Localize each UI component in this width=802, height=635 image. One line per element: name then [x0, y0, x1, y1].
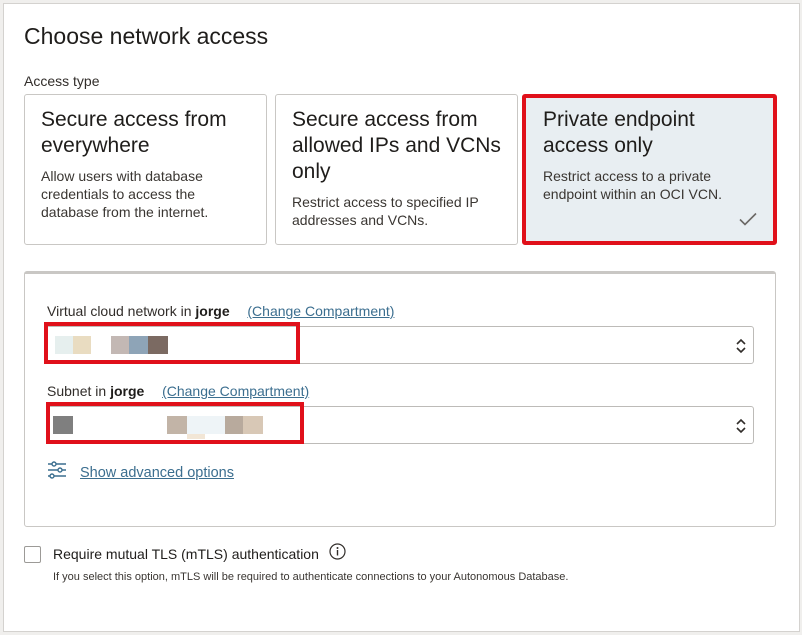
vcn-label-prefix: Virtual cloud network in: [47, 303, 192, 319]
redacted-block: [243, 416, 263, 434]
network-config-panel: Virtual cloud network in jorge (Change C…: [24, 271, 776, 527]
access-option-title: Secure access from everywhere: [41, 108, 227, 157]
select-chevron-icon: [735, 417, 747, 440]
checkmark-icon: [739, 212, 757, 231]
access-option-everywhere[interactable]: Secure access from everywhere Allow user…: [24, 94, 267, 245]
mtls-helper-text: If you select this option, mTLS will be …: [53, 571, 569, 583]
vcn-compartment-name: jorge: [195, 303, 230, 319]
page-title: Choose network access: [24, 23, 269, 49]
sliders-icon: [47, 460, 67, 485]
mtls-label: Require mutual TLS (mTLS) authentication: [53, 546, 319, 562]
access-option-title: Secure access from allowed IPs and VCNs …: [292, 108, 501, 183]
redacted-block: [111, 336, 131, 354]
subnet-select[interactable]: [46, 406, 754, 444]
access-option-description: Restrict access to specified IP addresse…: [292, 194, 479, 228]
subnet-change-compartment-link[interactable]: (Change Compartment): [162, 383, 309, 399]
mtls-row: Require mutual TLS (mTLS) authentication: [24, 543, 346, 565]
select-chevron-icon: [735, 337, 747, 360]
access-option-description: Allow users with database credentials to…: [41, 168, 209, 220]
redacted-block: [225, 416, 245, 434]
show-advanced-options[interactable]: Show advanced options: [47, 460, 234, 485]
mtls-checkbox[interactable]: [24, 545, 41, 563]
redacted-block: [73, 336, 91, 354]
redacted-block: [148, 336, 168, 354]
redacted-block: [187, 416, 225, 434]
access-option-private-endpoint[interactable]: Private endpoint access only Restrict ac…: [522, 94, 777, 245]
redacted-block: [167, 416, 187, 434]
vcn-change-compartment-link[interactable]: (Change Compartment): [247, 303, 394, 319]
redacted-block: [129, 336, 149, 354]
info-icon[interactable]: [329, 543, 346, 565]
show-advanced-options-link[interactable]: Show advanced options: [80, 465, 234, 481]
vcn-label: Virtual cloud network in jorge (Change C…: [47, 303, 394, 319]
subnet-compartment-name: jorge: [110, 383, 145, 399]
access-type-label: Access type: [24, 73, 100, 89]
access-option-allowed-ips[interactable]: Secure access from allowed IPs and VCNs …: [275, 94, 518, 245]
access-option-description: Restrict access to a private endpoint wi…: [543, 168, 722, 202]
subnet-label-prefix: Subnet in: [47, 383, 107, 399]
redacted-block: [55, 336, 75, 354]
vcn-select[interactable]: [46, 326, 754, 364]
access-option-title: Private endpoint access only: [543, 108, 695, 157]
redacted-block: [53, 416, 73, 434]
redacted-block: [187, 434, 205, 439]
subnet-label: Subnet in jorge (Change Compartment): [47, 383, 309, 399]
